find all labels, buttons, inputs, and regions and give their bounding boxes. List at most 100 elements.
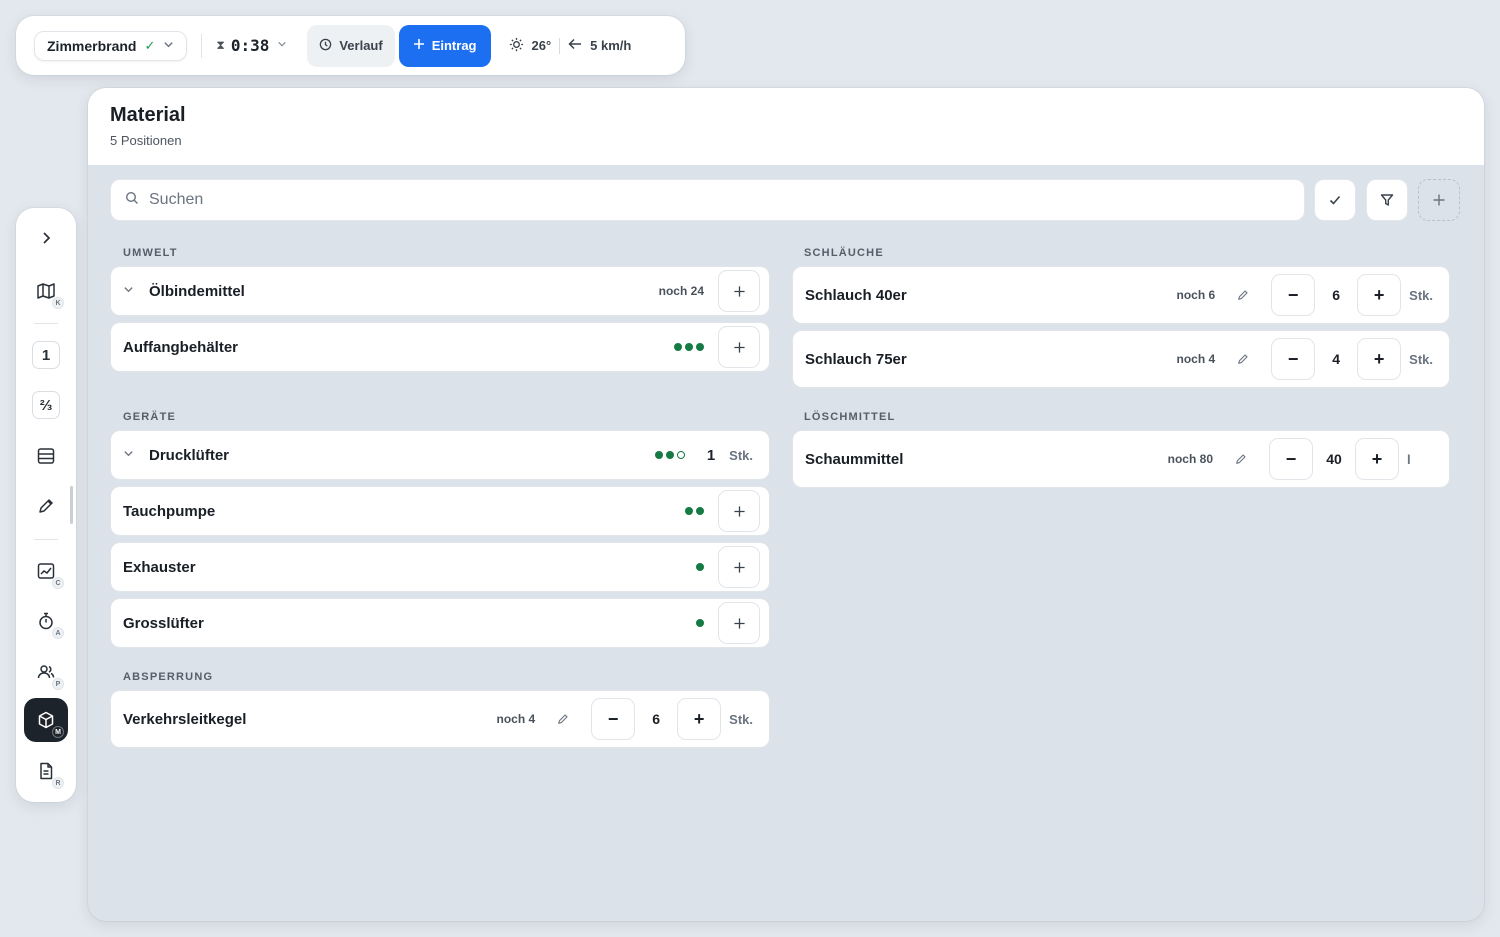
list-item-auffangbehaelter[interactable]: Auffangbehälter: [110, 322, 770, 372]
decrement-button[interactable]: −: [1269, 438, 1313, 480]
search-input[interactable]: [149, 191, 1249, 209]
expand-sidebar-button[interactable]: [24, 216, 68, 260]
plus-icon: [733, 561, 745, 573]
sidebar-item-people[interactable]: P: [24, 650, 68, 694]
quantity-value: 40: [1326, 451, 1342, 467]
item-name: Exhauster: [123, 558, 196, 576]
add-item-button[interactable]: [1418, 179, 1460, 221]
sidebar-item-draw[interactable]: [24, 484, 68, 528]
sidebar-scrollbar[interactable]: [70, 486, 73, 524]
remaining-count: noch 24: [658, 284, 704, 298]
increment-button[interactable]: +: [677, 698, 722, 740]
list-item-oelbindemittel[interactable]: Ölbindemittel noch 24: [110, 266, 770, 316]
verlauf-label: Verlauf: [339, 38, 383, 53]
add-button[interactable]: [718, 270, 760, 312]
sidebar-item-material[interactable]: M: [24, 698, 68, 742]
edit-button[interactable]: [1235, 453, 1247, 465]
status-dots: [696, 619, 704, 627]
add-button[interactable]: [718, 546, 760, 588]
item-name: Tauchpumpe: [123, 502, 216, 520]
arrow-left-icon: [568, 38, 582, 53]
remaining-count: noch 80: [1167, 452, 1213, 466]
chevron-down-icon[interactable]: [123, 284, 137, 298]
unit: Stk.: [729, 711, 753, 727]
list-item-schlauch-75er[interactable]: Schlauch 75er noch 4 − 4 + Stk.: [792, 330, 1450, 388]
status-dot: [696, 563, 704, 571]
add-button[interactable]: [718, 602, 760, 644]
sidebar-item-report[interactable]: R: [24, 749, 68, 793]
divider: [559, 37, 561, 54]
fraction-view-label: ⅔: [32, 391, 60, 419]
search-icon: [125, 191, 139, 210]
edit-button[interactable]: [557, 713, 569, 725]
check-all-button[interactable]: [1314, 179, 1356, 221]
decrement-button[interactable]: −: [1271, 274, 1316, 316]
section-geraete: GERÄTE: [123, 411, 177, 423]
section-umwelt: UMWELT: [123, 247, 178, 259]
status-dots: [685, 507, 704, 515]
chevron-down-icon[interactable]: [123, 448, 137, 462]
pencil-icon: [39, 499, 53, 513]
remaining-count: noch 4: [1176, 352, 1216, 366]
increment-button[interactable]: +: [1357, 338, 1402, 380]
status-dot: [685, 507, 693, 515]
timer-value: 0:38: [230, 36, 270, 55]
list-item-schaummittel[interactable]: Schaummittel noch 80 − 40 + l: [792, 430, 1450, 488]
filter-button[interactable]: [1366, 179, 1408, 221]
sidebar-item-single[interactable]: 1: [24, 333, 68, 377]
unit: Stk.: [1409, 287, 1433, 303]
quantity-value: 4: [1332, 351, 1341, 367]
remaining-count: noch 6: [1176, 288, 1216, 302]
item-name: Schaummittel: [805, 450, 904, 468]
status-dot: [674, 343, 682, 351]
increment-button[interactable]: +: [1357, 274, 1402, 316]
add-button[interactable]: [718, 326, 760, 368]
eintrag-button[interactable]: Eintrag: [398, 24, 491, 67]
list-item-schlauch-40er[interactable]: Schlauch 40er noch 6 − 6 + Stk.: [792, 266, 1450, 324]
edit-button[interactable]: [1237, 289, 1249, 301]
list-item-grossluefter[interactable]: Grosslüfter: [110, 598, 770, 648]
plus-icon: [733, 505, 745, 517]
item-name: Schlauch 75er: [805, 350, 907, 368]
decrement-button[interactable]: −: [591, 698, 636, 740]
verlauf-button[interactable]: Verlauf: [307, 24, 395, 67]
status-dots: [674, 343, 704, 351]
item-name: Auffangbehälter: [123, 338, 239, 356]
pencil-icon: [1238, 354, 1248, 364]
sun-icon: [509, 37, 524, 55]
plus-icon: [733, 617, 745, 629]
pencil-icon: [1236, 454, 1246, 464]
list-item-druckluefter[interactable]: Drucklüfter 1 Stk.: [110, 430, 770, 480]
sidebar-item-table[interactable]: [24, 434, 68, 478]
edit-button[interactable]: [1237, 353, 1249, 365]
increment-button[interactable]: +: [1355, 438, 1399, 480]
search-field: [110, 179, 1305, 221]
list-item-tauchpumpe[interactable]: Tauchpumpe: [110, 486, 770, 536]
sidebar-item-stopwatch[interactable]: A: [24, 599, 68, 643]
shortcut-badge: R: [52, 777, 64, 789]
status-dot: [654, 451, 663, 459]
sidebar-item-fraction[interactable]: ⅔: [24, 383, 68, 427]
divider: [201, 33, 203, 58]
list-item-exhauster[interactable]: Exhauster: [110, 542, 770, 592]
item-name: Grosslüfter: [123, 614, 204, 632]
decrement-button[interactable]: −: [1271, 338, 1316, 380]
list-item-verkehrsleitkegel[interactable]: Verkehrsleitkegel noch 4 − 6 + Stk.: [110, 690, 770, 748]
status-dot: [665, 451, 674, 459]
plus-icon: [733, 341, 745, 353]
section-schlaeuche: SCHLÄUCHE: [804, 247, 884, 259]
remaining-count: noch 4: [496, 712, 536, 726]
shortcut-badge: A: [52, 627, 64, 639]
incident-name: Zimmerbrand: [47, 37, 137, 54]
add-button[interactable]: [718, 490, 760, 532]
plus-icon: [1433, 194, 1445, 206]
chevron-down-icon: [277, 39, 287, 52]
status-dot: [676, 451, 685, 459]
timer[interactable]: ⧗ 0:38: [216, 36, 287, 55]
sidebar-item-chart[interactable]: C: [24, 549, 68, 593]
status-dots: [696, 563, 704, 571]
status-dots: [654, 451, 685, 459]
incident-selector[interactable]: Zimmerbrand ✓: [34, 30, 188, 61]
quantity-value: 6: [1332, 287, 1341, 303]
sidebar-item-map[interactable]: K: [24, 269, 68, 313]
